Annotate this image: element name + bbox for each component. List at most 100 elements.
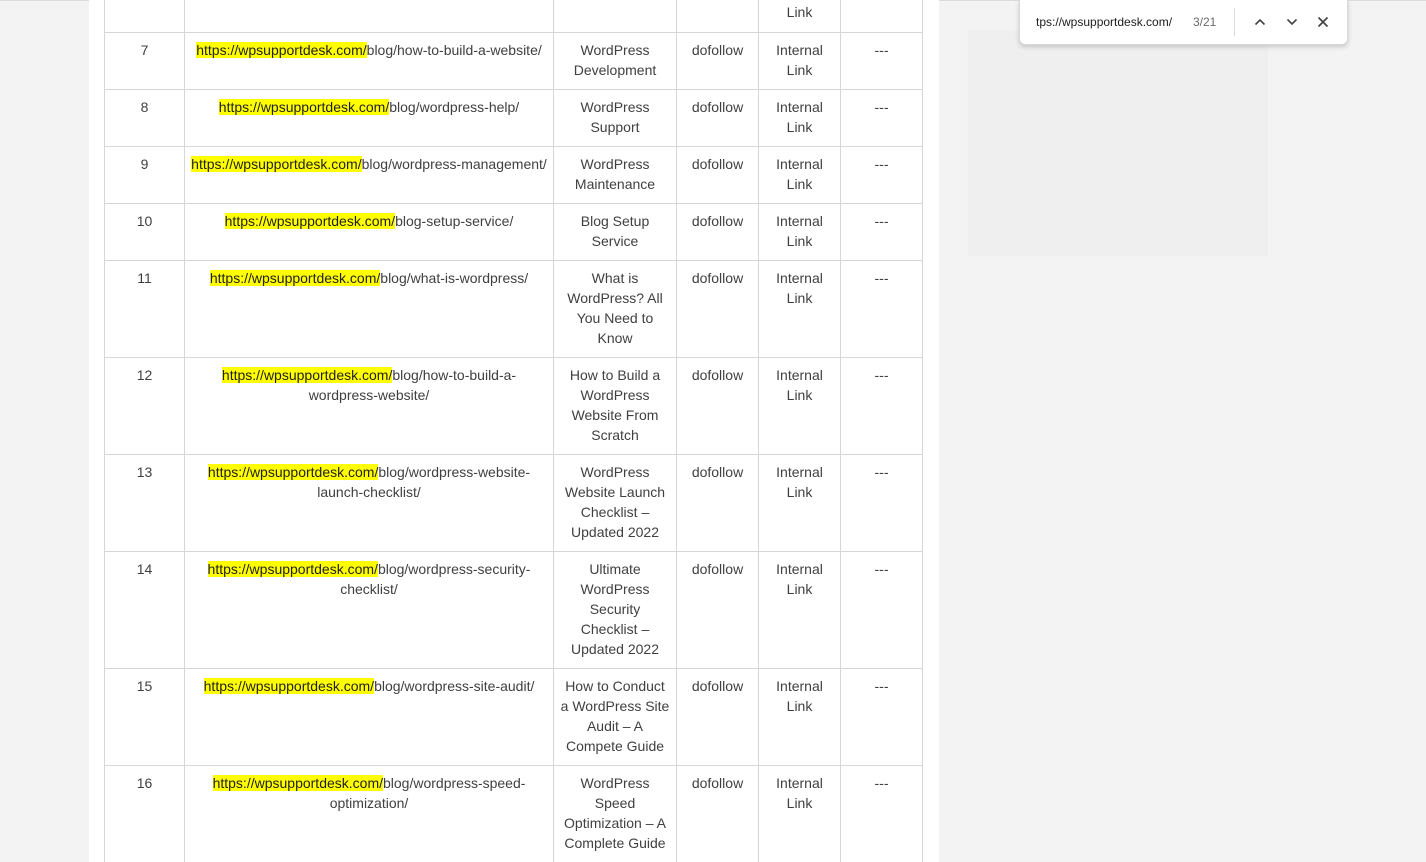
row-link-type: Internal Link <box>758 551 841 669</box>
row-rel: dofollow <box>676 203 759 261</box>
row-number: 7 <box>104 32 185 90</box>
row-number: 13 <box>104 454 185 552</box>
row-rel <box>676 0 759 33</box>
row-rel: dofollow <box>676 260 759 358</box>
row-number: 16 <box>104 765 185 862</box>
row-url: https://wpsupportdesk.com/blog/wordpress… <box>184 765 554 862</box>
table-row: 14 https://wpsupportdesk.com/blog/wordpre… <box>104 551 923 669</box>
row-number: 9 <box>104 146 185 204</box>
find-input[interactable]: tps://wpsupportdesk.com/ <box>1036 13 1186 31</box>
row-rel: dofollow <box>676 32 759 90</box>
url-search-highlight: https://wpsupportdesk.com/ <box>218 99 390 115</box>
row-extra: --- <box>840 454 923 552</box>
browser-page: Link 7 https://wpsupportdesk.com/blog/how… <box>0 0 1426 862</box>
row-link-type: Internal Link <box>758 89 841 147</box>
row-number: 15 <box>104 668 185 766</box>
row-extra <box>840 0 923 33</box>
url-path: blog/what-is-wordpress/ <box>380 270 529 286</box>
table-row: 8 https://wpsupportdesk.com/blog/wordpres… <box>104 89 923 147</box>
row-extra: --- <box>840 89 923 147</box>
find-query-text: tps://wpsupportdesk.com/ <box>1036 15 1173 29</box>
table-row-partial: Link <box>104 0 923 33</box>
url-search-highlight: https://wpsupportdesk.com/ <box>209 270 381 286</box>
row-extra: --- <box>840 146 923 204</box>
row-link-type-text: Link <box>786 4 813 20</box>
chevron-up-icon <box>1254 18 1266 26</box>
sidebar-placeholder <box>968 30 1268 256</box>
url-search-highlight: https://wpsupportdesk.com/ <box>224 213 396 229</box>
url-search-highlight: https://wpsupportdesk.com/ <box>212 775 383 791</box>
row-url: https://wpsupportdesk.com/blog/how-to-bu… <box>184 32 554 90</box>
url-search-highlight: https://wpsupportdesk.com/ <box>207 561 378 577</box>
row-url: https://wpsupportdesk.com/blog/how-to-bu… <box>184 357 554 455</box>
url-path: blog/wordpress-site-audit/ <box>374 678 535 694</box>
row-url: https://wpsupportdesk.com/blog/wordpress… <box>184 146 554 204</box>
row-link-type: Internal Link <box>758 765 841 862</box>
row-rel: dofollow <box>676 551 759 669</box>
find-separator <box>1234 8 1235 36</box>
row-rel: dofollow <box>676 89 759 147</box>
row-rel: dofollow <box>676 146 759 204</box>
row-extra: --- <box>840 203 923 261</box>
table-row: 9 https://wpsupportdesk.com/blog/wordpres… <box>104 146 923 204</box>
row-anchor-text: How to Build a WordPress Website From Sc… <box>553 357 677 455</box>
row-link-type: Link <box>758 0 841 33</box>
row-extra: --- <box>840 765 923 862</box>
find-in-page-bar: tps://wpsupportdesk.com/ 3/21 <box>1019 0 1348 45</box>
row-number: 12 <box>104 357 185 455</box>
row-rel: dofollow <box>676 668 759 766</box>
row-link-type: Internal Link <box>758 357 841 455</box>
find-next-button[interactable] <box>1278 8 1306 36</box>
row-anchor-text: WordPress Maintenance <box>553 146 677 204</box>
row-number: 11 <box>104 260 185 358</box>
chevron-down-icon <box>1286 18 1298 26</box>
url-search-highlight: https://wpsupportdesk.com/ <box>196 42 367 58</box>
row-link-type: Internal Link <box>758 32 841 90</box>
row-anchor-text: Blog Setup Service <box>553 203 677 261</box>
row-anchor-text: How to Conduct a WordPress Site Audit – … <box>553 668 677 766</box>
url-search-highlight: https://wpsupportdesk.com/ <box>191 156 362 172</box>
row-extra: --- <box>840 260 923 358</box>
row-url: https://wpsupportdesk.com/blog/wordpress… <box>184 551 554 669</box>
url-search-highlight: https://wpsupportdesk.com/ <box>207 464 379 480</box>
row-extra: --- <box>840 357 923 455</box>
find-match-count: 3/21 <box>1193 15 1217 29</box>
row-number: 14 <box>104 551 185 669</box>
table-row: 15 https://wpsupportdesk.com/blog/wordpre… <box>104 668 923 766</box>
url-path: blog/wordpress-help/ <box>389 99 520 115</box>
row-anchor-text: WordPress Support <box>553 89 677 147</box>
row-rel: dofollow <box>676 765 759 862</box>
url-search-highlight: https://wpsupportdesk.com/ <box>203 678 375 694</box>
row-number: 10 <box>104 203 185 261</box>
table-row: 16 https://wpsupportdesk.com/blog/wordpre… <box>104 765 923 862</box>
row-anchor-text: What is WordPress? All You Need to Know <box>553 260 677 358</box>
row-url: https://wpsupportdesk.com/blog/wordpress… <box>184 454 554 552</box>
article-content: Link 7 https://wpsupportdesk.com/blog/how… <box>89 0 939 862</box>
close-icon <box>1317 16 1329 28</box>
backlinks-table: Link 7 https://wpsupportdesk.com/blog/how… <box>104 0 923 862</box>
row-anchor-text: WordPress Speed Optimization – A Complet… <box>553 765 677 862</box>
url-path: blog/wordpress-management/ <box>361 156 547 172</box>
row-number <box>104 0 185 33</box>
find-close-button[interactable] <box>1309 8 1337 36</box>
row-url: https://wpsupportdesk.com/blog-setup-ser… <box>184 203 554 261</box>
row-url <box>184 0 554 33</box>
url-path: blog/how-to-build-a-website/ <box>366 42 542 58</box>
row-link-type: Internal Link <box>758 454 841 552</box>
table-body: Link 7 https://wpsupportdesk.com/blog/how… <box>104 0 923 862</box>
url-path: blog-setup-service/ <box>395 213 514 229</box>
url-search-highlight: https://wpsupportdesk.com/ <box>221 367 393 383</box>
row-anchor-text: Ultimate WordPress Security Checklist – … <box>553 551 677 669</box>
row-rel: dofollow <box>676 357 759 455</box>
row-extra: --- <box>840 551 923 669</box>
row-link-type: Internal Link <box>758 668 841 766</box>
row-link-type: Internal Link <box>758 260 841 358</box>
row-extra: --- <box>840 668 923 766</box>
row-extra: --- <box>840 32 923 90</box>
row-link-type: Internal Link <box>758 146 841 204</box>
row-link-type: Internal Link <box>758 203 841 261</box>
row-anchor-text: WordPress Website Launch Checklist – Upd… <box>553 454 677 552</box>
row-anchor-text: WordPress Development <box>553 32 677 90</box>
find-previous-button[interactable] <box>1246 8 1274 36</box>
table-row: 7 https://wpsupportdesk.com/blog/how-to-b… <box>104 32 923 90</box>
